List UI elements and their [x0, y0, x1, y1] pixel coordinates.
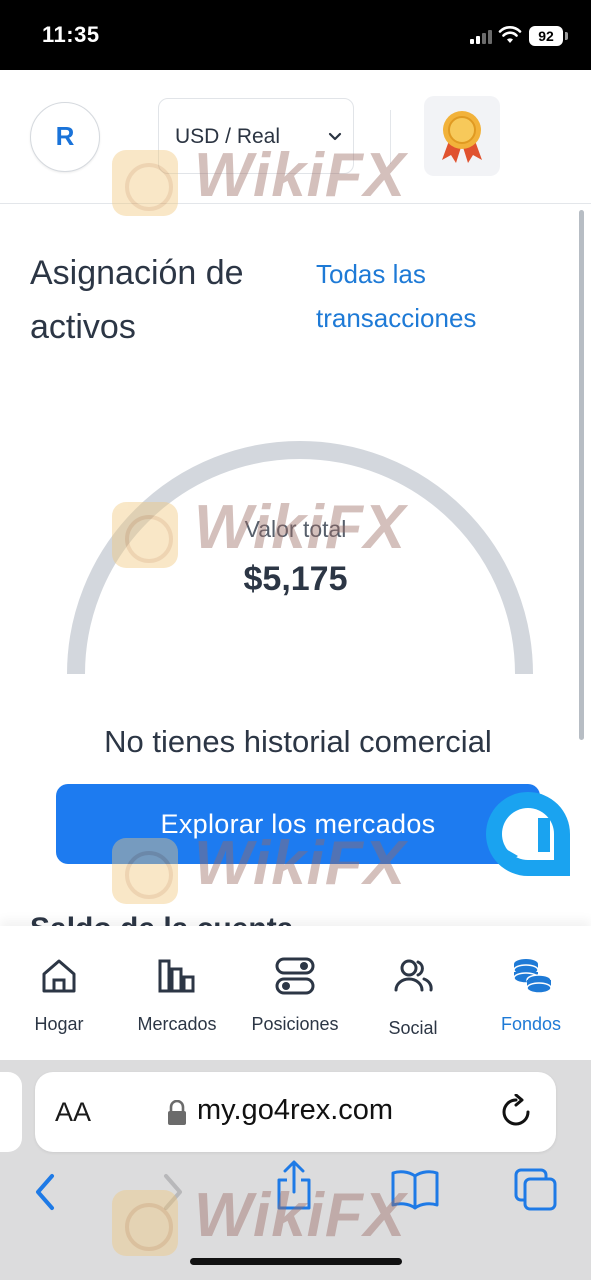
nav-item-funds[interactable]: Fondos — [472, 926, 590, 1060]
nav-item-home[interactable]: Hogar — [0, 926, 118, 1060]
empty-state-message: No tienes historial comercial — [104, 724, 492, 759]
previous-tab-preview[interactable] — [0, 1072, 22, 1152]
rewards-button[interactable] — [424, 96, 500, 176]
nav-label-markets: Mercados — [137, 1014, 217, 1034]
battery-tip — [565, 32, 568, 40]
bar-chart-icon — [158, 959, 195, 993]
back-icon[interactable] — [30, 1172, 60, 1212]
account-selector-label: USD / Real — [175, 125, 281, 148]
battery-indicator: 92 — [529, 26, 563, 46]
total-value-amount: $5,175 — [243, 560, 348, 598]
all-transactions-link[interactable]: Todas las transacciones — [316, 252, 546, 340]
chat-support-icon[interactable] — [482, 788, 574, 880]
status-time: 11:35 — [42, 22, 100, 47]
header-divider — [390, 110, 391, 164]
home-icon — [42, 959, 76, 993]
cellular-signal-icon — [470, 30, 492, 44]
nav-item-social[interactable]: Social — [354, 926, 472, 1060]
address-bar[interactable]: AA my.go4rex.com — [35, 1072, 556, 1152]
nav-label-funds: Fondos — [500, 1014, 562, 1034]
nav-label-positions: Posiciones — [251, 1014, 339, 1034]
text-size-button[interactable]: AA — [55, 1097, 91, 1128]
total-value-label: Valor total — [244, 516, 347, 542]
toggles-icon — [275, 957, 315, 995]
forward-icon[interactable] — [158, 1172, 188, 1212]
account-selector[interactable]: USD / Real — [158, 98, 354, 174]
explore-markets-button[interactable]: Explorar los mercados — [56, 784, 540, 864]
users-icon — [394, 959, 433, 992]
nav-item-positions[interactable]: Posiciones — [236, 926, 354, 1060]
nav-label-social: Social — [388, 1018, 438, 1038]
coins-stack-icon — [513, 959, 552, 994]
reload-icon[interactable] — [499, 1094, 533, 1130]
nav-item-markets[interactable]: Mercados — [118, 926, 236, 1060]
url-text: my.go4rex.com — [197, 1094, 394, 1126]
browser-toolbar: AA my.go4rex.com — [0, 1060, 591, 1280]
nav-label-home: Hogar — [34, 1014, 84, 1034]
avatar[interactable]: R — [30, 102, 100, 172]
share-icon[interactable] — [274, 1160, 314, 1212]
app-header: R USD / Real — [0, 70, 591, 204]
award-ribbon-icon — [442, 111, 482, 163]
home-indicator — [190, 1258, 402, 1265]
chevron-down-icon — [328, 132, 342, 141]
scrollbar[interactable] — [579, 210, 584, 740]
section-title: Asignación de activos — [30, 254, 244, 346]
tabs-icon[interactable] — [512, 1166, 560, 1212]
bookmarks-icon[interactable] — [390, 1168, 440, 1210]
status-bar: 11:35 92 — [0, 0, 591, 70]
bottom-nav: Hogar Mercados Posiciones Social Fondos — [0, 926, 591, 1060]
wifi-icon — [498, 26, 522, 43]
lock-icon — [168, 1100, 186, 1125]
